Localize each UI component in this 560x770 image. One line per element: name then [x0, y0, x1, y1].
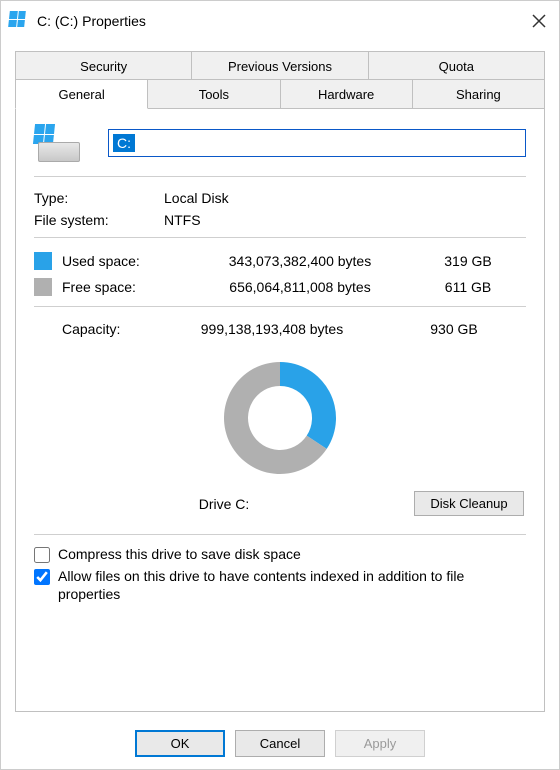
- tab-tools[interactable]: Tools: [147, 79, 280, 109]
- used-space-bytes: 343,073,382,400 bytes: [190, 253, 410, 269]
- free-space-gb: 611 GB: [410, 279, 526, 295]
- filesystem-label: File system:: [34, 212, 164, 228]
- separator: [34, 534, 526, 535]
- usage-donut-chart: [34, 353, 526, 483]
- window-title: C: (C:) Properties: [29, 13, 527, 29]
- drive-label: Drive C:: [34, 496, 414, 512]
- tab-general[interactable]: General: [15, 79, 148, 109]
- drive-icon-large: [34, 124, 80, 162]
- tab-previous-versions[interactable]: Previous Versions: [191, 51, 368, 81]
- tab-strip: Security Previous Versions Quota General…: [15, 51, 545, 109]
- type-label: Type:: [34, 190, 164, 206]
- close-icon[interactable]: [527, 9, 551, 33]
- used-space-gb: 319 GB: [410, 253, 526, 269]
- used-swatch-icon: [34, 252, 52, 270]
- separator: [34, 176, 526, 177]
- capacity-label: Capacity:: [34, 321, 162, 337]
- type-value: Local Disk: [164, 190, 526, 206]
- tab-hardware[interactable]: Hardware: [280, 79, 413, 109]
- compress-checkbox[interactable]: [34, 547, 50, 563]
- index-checkbox[interactable]: [34, 569, 50, 585]
- tab-security[interactable]: Security: [15, 51, 192, 81]
- properties-window: C: (C:) Properties Security Previous Ver…: [0, 0, 560, 770]
- capacity-gb: 930 GB: [382, 321, 526, 337]
- free-space-bytes: 656,064,811,008 bytes: [190, 279, 410, 295]
- drive-name-input[interactable]: C:: [108, 129, 526, 157]
- separator: [34, 306, 526, 307]
- cancel-button[interactable]: Cancel: [235, 730, 325, 757]
- used-space-label: Used space:: [62, 253, 190, 269]
- tab-quota[interactable]: Quota: [368, 51, 545, 81]
- drive-icon: [9, 11, 29, 31]
- index-label[interactable]: Allow files on this drive to have conten…: [58, 567, 526, 603]
- separator: [34, 237, 526, 238]
- titlebar: C: (C:) Properties: [1, 1, 559, 41]
- apply-button[interactable]: Apply: [335, 730, 425, 757]
- dialog-button-bar: OK Cancel Apply: [15, 712, 545, 769]
- disk-cleanup-button[interactable]: Disk Cleanup: [414, 491, 524, 516]
- free-swatch-icon: [34, 278, 52, 296]
- tab-sharing[interactable]: Sharing: [412, 79, 545, 109]
- capacity-bytes: 999,138,193,408 bytes: [162, 321, 382, 337]
- free-space-label: Free space:: [62, 279, 190, 295]
- compress-label[interactable]: Compress this drive to save disk space: [58, 545, 526, 563]
- ok-button[interactable]: OK: [135, 730, 225, 757]
- filesystem-value: NTFS: [164, 212, 526, 228]
- general-panel: C: Type: Local Disk File system: NTFS Us…: [15, 108, 545, 712]
- drive-name-value: C:: [113, 134, 135, 152]
